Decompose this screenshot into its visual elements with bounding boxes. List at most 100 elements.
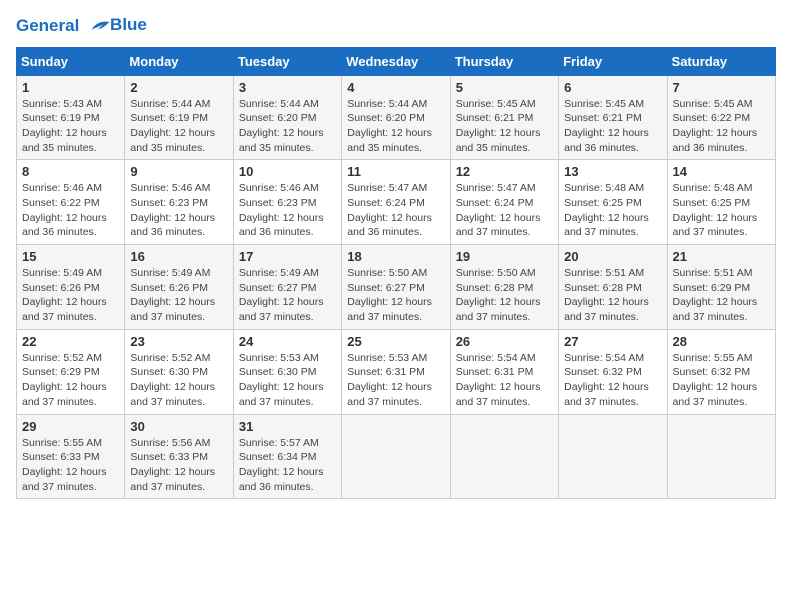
day-number: 24 [239,334,336,349]
header-wednesday: Wednesday [342,47,450,75]
day-number: 27 [564,334,661,349]
calendar-day-10: 10 Sunrise: 5:46 AM Sunset: 6:23 PM Dayli… [233,160,341,245]
day-number: 25 [347,334,444,349]
calendar-day-1: 1 Sunrise: 5:43 AM Sunset: 6:19 PM Daylig… [17,75,125,160]
day-number: 23 [130,334,227,349]
calendar-day-6: 6 Sunrise: 5:45 AM Sunset: 6:21 PM Daylig… [559,75,667,160]
header-thursday: Thursday [450,47,558,75]
day-number: 5 [456,80,553,95]
calendar-day-26: 26Sunrise: 5:54 AM Sunset: 6:31 PM Dayli… [450,329,558,414]
day-number: 9 [130,164,227,179]
day-info: Sunrise: 5:45 AM Sunset: 6:21 PM Dayligh… [456,97,553,156]
day-number: 26 [456,334,553,349]
calendar-day-7: 7 Sunrise: 5:45 AM Sunset: 6:22 PM Daylig… [667,75,775,160]
day-info: Sunrise: 5:51 AM Sunset: 6:28 PM Dayligh… [564,266,661,325]
calendar-day-4: 4 Sunrise: 5:44 AM Sunset: 6:20 PM Daylig… [342,75,450,160]
day-info: Sunrise: 5:51 AM Sunset: 6:29 PM Dayligh… [673,266,770,325]
calendar-day-5: 5 Sunrise: 5:45 AM Sunset: 6:21 PM Daylig… [450,75,558,160]
day-number: 7 [673,80,770,95]
day-number: 19 [456,249,553,264]
day-info: Sunrise: 5:49 AM Sunset: 6:26 PM Dayligh… [130,266,227,325]
day-info: Sunrise: 5:50 AM Sunset: 6:27 PM Dayligh… [347,266,444,325]
day-info: Sunrise: 5:43 AM Sunset: 6:19 PM Dayligh… [22,97,119,156]
calendar-table: SundayMondayTuesdayWednesdayThursdayFrid… [16,47,776,500]
day-number: 22 [22,334,119,349]
calendar-day-9: 9 Sunrise: 5:46 AM Sunset: 6:23 PM Daylig… [125,160,233,245]
calendar-day-22: 22 Sunrise: 5:52 AM Sunset: 6:29 PM Dayli… [17,329,125,414]
calendar-day-3: 3Sunrise: 5:44 AM Sunset: 6:20 PM Daylig… [233,75,341,160]
calendar-empty-cell [342,414,450,499]
day-number: 13 [564,164,661,179]
calendar-week-row: 8Sunrise: 5:46 AM Sunset: 6:22 PM Daylig… [17,160,776,245]
day-info: Sunrise: 5:55 AM Sunset: 6:32 PM Dayligh… [673,351,770,410]
day-info: Sunrise: 5:54 AM Sunset: 6:32 PM Dayligh… [564,351,661,410]
logo-text-blue: Blue [110,15,147,35]
day-number: 30 [130,419,227,434]
calendar-header-row: SundayMondayTuesdayWednesdayThursdayFrid… [17,47,776,75]
day-number: 11 [347,164,444,179]
day-info: Sunrise: 5:56 AM Sunset: 6:33 PM Dayligh… [130,436,227,495]
day-info: Sunrise: 5:57 AM Sunset: 6:34 PM Dayligh… [239,436,336,495]
calendar-day-15: 15 Sunrise: 5:49 AM Sunset: 6:26 PM Dayli… [17,245,125,330]
calendar-empty-cell [559,414,667,499]
day-info: Sunrise: 5:47 AM Sunset: 6:24 PM Dayligh… [347,181,444,240]
calendar-day-11: 11 Sunrise: 5:47 AM Sunset: 6:24 PM Dayli… [342,160,450,245]
day-number: 17 [239,249,336,264]
day-number: 15 [22,249,119,264]
day-number: 31 [239,419,336,434]
day-number: 3 [239,80,336,95]
day-info: Sunrise: 5:52 AM Sunset: 6:29 PM Dayligh… [22,351,119,410]
day-info: Sunrise: 5:44 AM Sunset: 6:19 PM Dayligh… [130,97,227,156]
calendar-day-13: 13 Sunrise: 5:48 AM Sunset: 6:25 PM Dayli… [559,160,667,245]
day-number: 20 [564,249,661,264]
day-info: Sunrise: 5:46 AM Sunset: 6:22 PM Dayligh… [22,181,119,240]
day-info: Sunrise: 5:45 AM Sunset: 6:22 PM Dayligh… [673,97,770,156]
calendar-day-18: 18 Sunrise: 5:50 AM Sunset: 6:27 PM Dayli… [342,245,450,330]
day-number: 4 [347,80,444,95]
calendar-empty-cell [450,414,558,499]
calendar-week-row: 1 Sunrise: 5:43 AM Sunset: 6:19 PM Daylig… [17,75,776,160]
calendar-day-23: 23 Sunrise: 5:52 AM Sunset: 6:30 PM Dayli… [125,329,233,414]
day-number: 18 [347,249,444,264]
day-number: 1 [22,80,119,95]
day-info: Sunrise: 5:49 AM Sunset: 6:27 PM Dayligh… [239,266,336,325]
day-info: Sunrise: 5:48 AM Sunset: 6:25 PM Dayligh… [564,181,661,240]
day-info: Sunrise: 5:53 AM Sunset: 6:31 PM Dayligh… [347,351,444,410]
day-number: 6 [564,80,661,95]
day-number: 12 [456,164,553,179]
day-info: Sunrise: 5:45 AM Sunset: 6:21 PM Dayligh… [564,97,661,156]
logo-bird-icon [86,17,110,37]
header-sunday: Sunday [17,47,125,75]
calendar-day-30: 30 Sunrise: 5:56 AM Sunset: 6:33 PM Dayli… [125,414,233,499]
calendar-day-2: 2 Sunrise: 5:44 AM Sunset: 6:19 PM Daylig… [125,75,233,160]
calendar-day-31: 31 Sunrise: 5:57 AM Sunset: 6:34 PM Dayli… [233,414,341,499]
day-info: Sunrise: 5:46 AM Sunset: 6:23 PM Dayligh… [130,181,227,240]
day-number: 16 [130,249,227,264]
day-info: Sunrise: 5:46 AM Sunset: 6:23 PM Dayligh… [239,181,336,240]
day-number: 14 [673,164,770,179]
calendar-empty-cell [667,414,775,499]
calendar-day-20: 20 Sunrise: 5:51 AM Sunset: 6:28 PM Dayli… [559,245,667,330]
calendar-day-25: 25 Sunrise: 5:53 AM Sunset: 6:31 PM Dayli… [342,329,450,414]
calendar-day-17: 17 Sunrise: 5:49 AM Sunset: 6:27 PM Dayli… [233,245,341,330]
day-number: 28 [673,334,770,349]
header-friday: Friday [559,47,667,75]
day-number: 29 [22,419,119,434]
day-number: 2 [130,80,227,95]
header-tuesday: Tuesday [233,47,341,75]
calendar-day-8: 8Sunrise: 5:46 AM Sunset: 6:22 PM Daylig… [17,160,125,245]
calendar-day-14: 14Sunrise: 5:48 AM Sunset: 6:25 PM Dayli… [667,160,775,245]
calendar-day-29: 29 Sunrise: 5:55 AM Sunset: 6:33 PM Dayli… [17,414,125,499]
calendar-day-19: 19Sunrise: 5:50 AM Sunset: 6:28 PM Dayli… [450,245,558,330]
day-info: Sunrise: 5:55 AM Sunset: 6:33 PM Dayligh… [22,436,119,495]
calendar-week-row: 22 Sunrise: 5:52 AM Sunset: 6:29 PM Dayli… [17,329,776,414]
logo-text-general: General [16,16,79,35]
header-saturday: Saturday [667,47,775,75]
calendar-day-12: 12Sunrise: 5:47 AM Sunset: 6:24 PM Dayli… [450,160,558,245]
calendar-day-28: 28 Sunrise: 5:55 AM Sunset: 6:32 PM Dayli… [667,329,775,414]
day-number: 10 [239,164,336,179]
day-info: Sunrise: 5:44 AM Sunset: 6:20 PM Dayligh… [347,97,444,156]
day-info: Sunrise: 5:49 AM Sunset: 6:26 PM Dayligh… [22,266,119,325]
day-info: Sunrise: 5:52 AM Sunset: 6:30 PM Dayligh… [130,351,227,410]
calendar-day-21: 21Sunrise: 5:51 AM Sunset: 6:29 PM Dayli… [667,245,775,330]
